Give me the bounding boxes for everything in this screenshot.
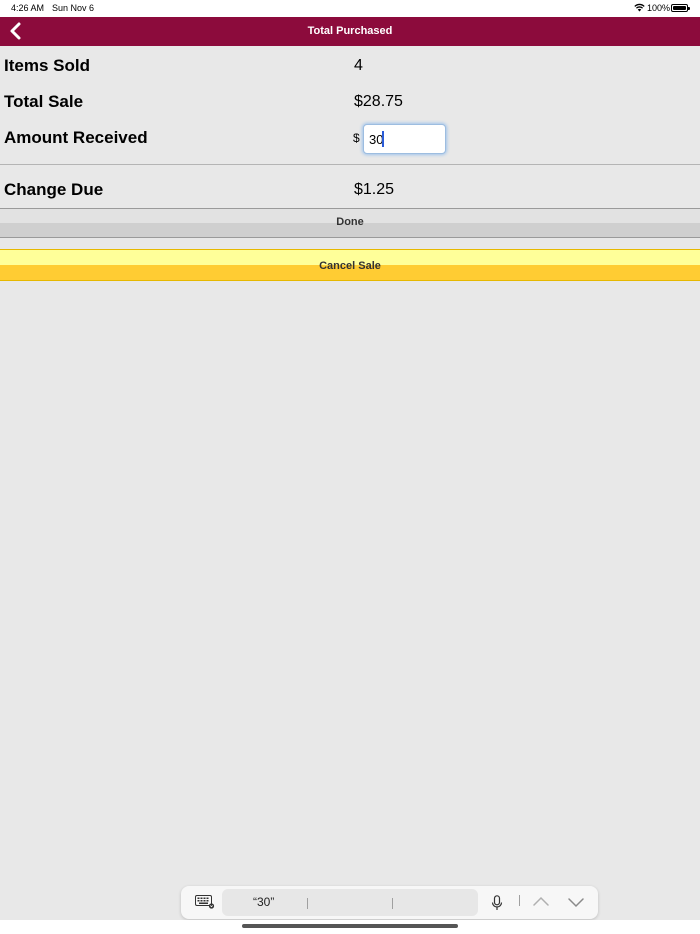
battery-percent: 100% [647,3,671,13]
chevron-up-icon[interactable] [533,896,549,908]
navigation-bar: Total Purchased [0,17,700,46]
predictive-suggestions: “30” [222,889,478,916]
text-cursor [382,131,384,147]
toolbar-separator [519,895,520,906]
keyboard-dismiss-icon[interactable] [195,895,215,909]
microphone-icon[interactable] [491,895,503,911]
suggestion-item[interactable]: “30” [253,895,274,909]
amount-received-label: Amount Received [4,128,148,147]
total-sale-value: $28.75 [354,93,403,110]
suggestion-separator [307,898,308,909]
divider [0,164,700,165]
amount-received-input[interactable] [363,124,446,154]
change-due-value: $1.25 [354,181,395,198]
page-title: Total Purchased [307,25,393,37]
done-button-label: Done [336,216,364,228]
chevron-down-icon[interactable] [568,896,584,908]
battery-icon [671,4,690,12]
status-date: Sun Nov 6 [52,3,95,13]
total-sale-label: Total Sale [4,92,84,111]
cancel-sale-label: Cancel Sale [319,260,381,272]
home-indicator[interactable] [242,924,458,928]
keyboard-shortcut-bar: “30” [181,886,598,919]
items-sold-label: Items Sold [4,56,90,75]
status-bar: 4:26 AM Sun Nov 6 100% [0,0,700,17]
wifi-icon [634,3,645,12]
cancel-sale-button[interactable]: Cancel Sale [0,249,700,281]
change-due-label: Change Due [4,180,104,199]
status-time: 4:26 AM [11,3,45,13]
items-sold-value: 4 [354,57,363,74]
suggestion-separator [392,898,393,909]
done-button[interactable]: Done [0,208,700,238]
currency-symbol: $ [353,131,360,145]
